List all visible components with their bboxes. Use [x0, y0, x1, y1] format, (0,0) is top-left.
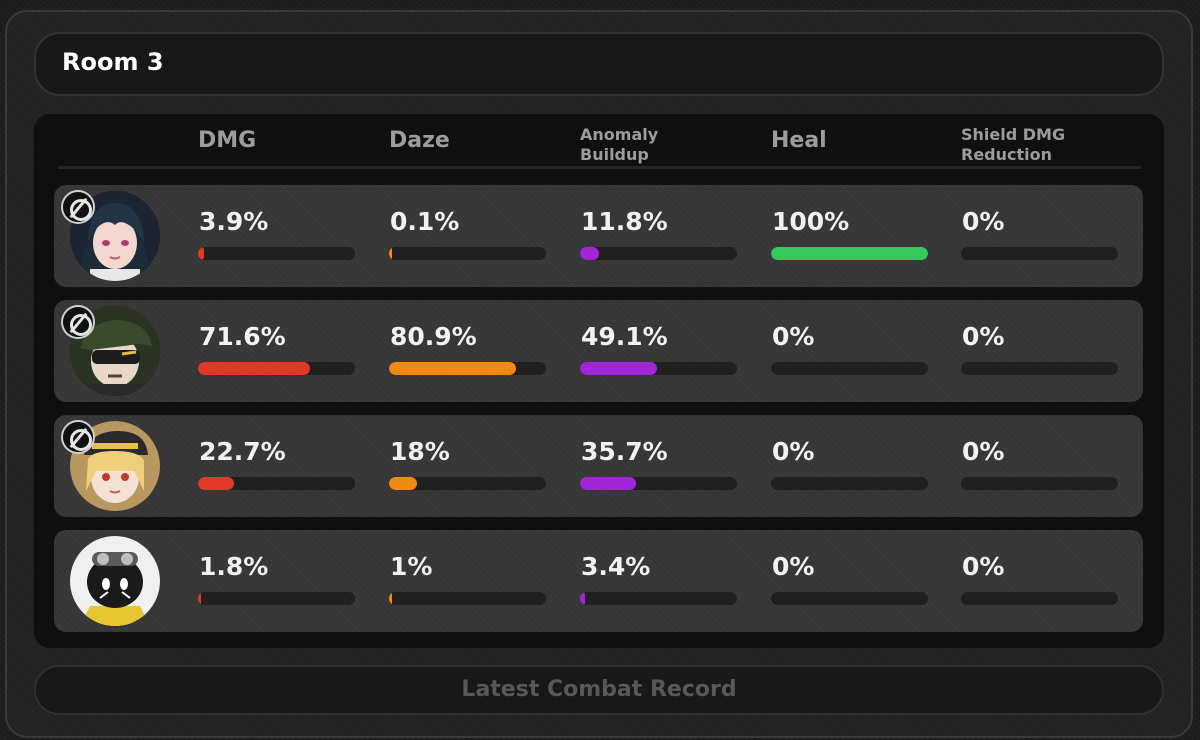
stat-bar-fill-anomaly	[580, 477, 637, 490]
stat-value-dmg: 71.6%	[199, 322, 286, 351]
stat-value-shield: 0%	[962, 322, 1005, 351]
stat-cell-daze: 1%	[389, 530, 549, 632]
stat-bar-anomaly	[580, 362, 737, 375]
stat-value-anomaly: 11.8%	[581, 207, 668, 236]
stat-bar-anomaly	[580, 477, 737, 490]
stat-cell-daze: 18%	[389, 415, 549, 517]
stat-bar-heal	[771, 592, 928, 605]
stat-cell-anomaly: 11.8%	[580, 185, 740, 287]
stat-bar-anomaly	[580, 247, 737, 260]
stat-bar-fill-anomaly	[580, 592, 586, 605]
stat-value-dmg: 1.8%	[199, 552, 269, 581]
stat-value-heal: 0%	[772, 322, 815, 351]
stat-bar-heal	[771, 247, 928, 260]
stat-bar-daze	[389, 362, 546, 375]
stat-value-shield: 0%	[962, 437, 1005, 466]
bangboo-avatar-goggles-icon[interactable]	[70, 536, 160, 626]
attack-type-badge-icon	[61, 305, 95, 339]
stat-bar-fill-daze	[389, 477, 418, 490]
stat-bar-dmg	[198, 592, 355, 605]
stat-bar-dmg	[198, 477, 355, 490]
stat-cell-dmg: 71.6%	[198, 300, 358, 402]
stat-bar-heal	[771, 477, 928, 490]
stat-bar-heal	[771, 362, 928, 375]
stat-value-anomaly: 49.1%	[581, 322, 668, 351]
header-divider	[58, 166, 1141, 169]
stat-cell-daze: 80.9%	[389, 300, 549, 402]
stat-value-heal: 0%	[772, 552, 815, 581]
column-header-anomaly: Anomaly Buildup	[580, 125, 659, 164]
stats-row: 71.6% 80.9% 49.1% 0% 0%	[54, 300, 1143, 402]
stat-bar-daze	[389, 477, 546, 490]
attack-type-badge-icon	[61, 190, 95, 224]
stat-cell-shield: 0%	[961, 530, 1121, 632]
stat-value-shield: 0%	[962, 207, 1005, 236]
stat-value-daze: 18%	[390, 437, 450, 466]
stat-cell-anomaly: 49.1%	[580, 300, 740, 402]
stat-bar-fill-daze	[389, 362, 516, 375]
stat-bar-shield	[961, 592, 1118, 605]
stat-bar-fill-daze	[389, 592, 393, 605]
stat-cell-daze: 0.1%	[389, 185, 549, 287]
stat-bar-fill-dmg	[198, 592, 202, 605]
stat-value-dmg: 22.7%	[199, 437, 286, 466]
stat-value-dmg: 3.9%	[199, 207, 269, 236]
stat-cell-dmg: 22.7%	[198, 415, 358, 517]
latest-combat-record-label: Latest Combat Record	[461, 677, 737, 702]
stat-value-daze: 80.9%	[390, 322, 477, 351]
stat-bar-daze	[389, 247, 546, 260]
stat-bar-fill-dmg	[198, 362, 311, 375]
stat-value-daze: 1%	[390, 552, 433, 581]
stat-value-daze: 0.1%	[390, 207, 460, 236]
latest-combat-record-button[interactable]: Latest Combat Record	[34, 665, 1164, 715]
stat-cell-dmg: 3.9%	[198, 185, 358, 287]
stat-value-shield: 0%	[962, 552, 1005, 581]
stat-cell-anomaly: 3.4%	[580, 530, 740, 632]
room-title: Room 3	[62, 48, 164, 76]
stats-row: 1.8% 1% 3.4% 0% 0%	[54, 530, 1143, 632]
column-header-heal: Heal	[771, 128, 827, 153]
stat-bar-anomaly	[580, 592, 737, 605]
stat-bar-fill-heal	[771, 247, 928, 260]
stat-cell-anomaly: 35.7%	[580, 415, 740, 517]
column-header-daze: Daze	[389, 128, 450, 153]
stat-bar-daze	[389, 592, 546, 605]
stat-value-heal: 0%	[772, 437, 815, 466]
stat-cell-dmg: 1.8%	[198, 530, 358, 632]
stat-cell-shield: 0%	[961, 415, 1121, 517]
stat-cell-shield: 0%	[961, 300, 1121, 402]
stats-row: 3.9% 0.1% 11.8% 100% 0%	[54, 185, 1143, 287]
room-title-bar: Room 3	[34, 32, 1164, 96]
stat-bar-shield	[961, 362, 1118, 375]
attack-type-badge-icon	[61, 420, 95, 454]
stat-cell-heal: 0%	[771, 300, 931, 402]
stat-value-anomaly: 3.4%	[581, 552, 651, 581]
stat-bar-fill-dmg	[198, 477, 234, 490]
stat-bar-shield	[961, 247, 1118, 260]
stat-bar-fill-anomaly	[580, 362, 658, 375]
stat-value-heal: 100%	[772, 207, 850, 236]
stat-bar-dmg	[198, 362, 355, 375]
stat-cell-shield: 0%	[961, 185, 1121, 287]
stats-row: 22.7% 18% 35.7% 0% 0%	[54, 415, 1143, 517]
stat-cell-heal: 100%	[771, 185, 931, 287]
stat-bar-fill-daze	[389, 247, 393, 260]
stat-bar-dmg	[198, 247, 355, 260]
stat-cell-heal: 0%	[771, 530, 931, 632]
stat-bar-shield	[961, 477, 1118, 490]
stat-cell-heal: 0%	[771, 415, 931, 517]
stat-value-anomaly: 35.7%	[581, 437, 668, 466]
stat-bar-fill-dmg	[198, 247, 205, 260]
column-header-shield: Shield DMG Reduction	[961, 125, 1066, 164]
column-header-dmg: DMG	[198, 128, 257, 153]
stat-bar-fill-anomaly	[580, 247, 599, 260]
